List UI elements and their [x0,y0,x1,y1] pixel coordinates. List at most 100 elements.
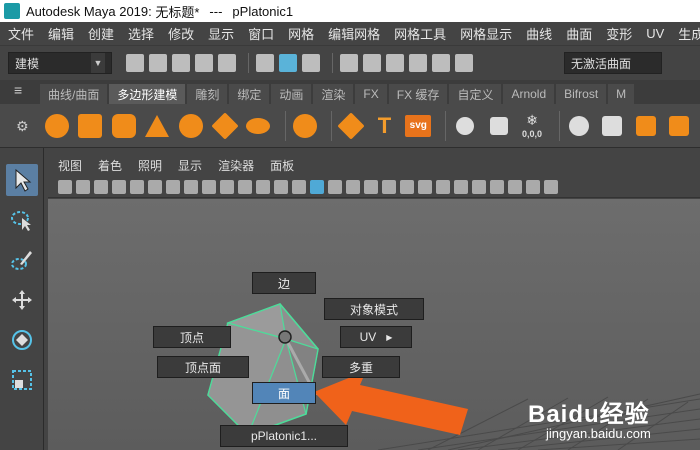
menu-surfaces[interactable]: 曲面 [566,24,592,43]
field-chart-icon[interactable] [238,179,252,194]
menu-create[interactable]: 创建 [88,24,114,43]
resolution-gate-icon[interactable] [202,179,216,194]
scale-tool-button[interactable] [6,364,38,396]
shelf-menu-icon[interactable]: ≡ [14,83,28,97]
lights-icon[interactable] [364,179,378,194]
marking-menu-object-mode[interactable]: 对象模式 [324,298,424,320]
shadows-icon[interactable] [382,179,396,194]
poly-cylinder-button[interactable] [111,112,137,140]
marking-menu-edge[interactable]: 边 [252,272,316,294]
motion-blur-icon[interactable] [418,179,432,194]
marking-menu-multi[interactable]: 多重 [322,356,400,378]
menu-display[interactable]: 显示 [208,24,234,43]
smooth-shade-icon[interactable] [310,179,324,194]
lasso-tool-button[interactable] [6,204,38,236]
camera-icon[interactable] [58,179,72,194]
poly-torus-button[interactable] [178,112,204,140]
wireframe-icon[interactable] [292,179,306,194]
menu-mesh-tools[interactable]: 网格工具 [394,24,446,43]
perspective-viewport[interactable]: 边 对象模式 顶点 UV ▶ 顶点面 多重 面 pPlatonic1... Ba… [48,199,700,450]
camera-attributes-icon[interactable] [76,179,90,194]
poly-cone-button[interactable] [145,112,171,140]
open-scene-icon[interactable] [149,54,167,72]
live-surface-field[interactable]: 无激活曲面 [564,52,662,74]
menu-set-dropdown[interactable]: 建模 ▼ [8,52,112,74]
snap-view-plane-icon[interactable] [409,54,427,72]
marking-menu-object-name[interactable]: pPlatonic1... [220,425,348,447]
menu-mesh-display[interactable]: 网格显示 [460,24,512,43]
select-tool-button[interactable] [6,164,38,196]
tab-rendering[interactable]: 渲染 [313,84,354,104]
tab-arnold[interactable]: Arnold [503,84,555,104]
exposure-icon[interactable] [544,179,558,194]
menu-uv[interactable]: UV [646,26,664,41]
tab-poly-modeling[interactable]: 多边形建模 [109,84,186,104]
snap-options-icon[interactable] [455,54,473,72]
poly-sphere-button[interactable] [44,112,70,140]
gate-mask-icon[interactable] [220,179,234,194]
image-plane-icon[interactable] [112,179,126,194]
poly-disc-button[interactable] [245,112,271,140]
menu-select[interactable]: 选择 [128,24,154,43]
xray-icon[interactable] [490,179,504,194]
safe-title-icon[interactable] [274,179,288,194]
snap-point-icon[interactable] [386,54,404,72]
marking-menu-uv[interactable]: UV ▶ [340,326,412,348]
menu-file[interactable]: 文件 [8,24,34,43]
tab-more[interactable]: M [608,84,635,104]
text-tool-button[interactable]: T [372,112,398,140]
select-hierarchy-icon[interactable] [256,54,274,72]
gear-icon[interactable]: ⚙ [16,118,29,135]
tab-rigging[interactable]: 绑定 [229,84,270,104]
marking-menu-vertex-face[interactable]: 顶点面 [157,356,249,378]
booleans-button[interactable] [666,112,692,140]
panel-menu-renderer[interactable]: 渲染器 [218,157,254,174]
two-d-pan-icon[interactable] [130,179,144,194]
panel-menu-show[interactable]: 显示 [178,157,202,174]
panel-menu-lighting[interactable]: 照明 [138,157,162,174]
move-tool-button[interactable] [6,284,38,316]
menu-generate[interactable]: 生成 [678,24,700,43]
snap-grid-icon[interactable] [340,54,358,72]
panel-menu-panels[interactable]: 面板 [270,157,294,174]
tab-custom[interactable]: 自定义 [449,84,502,104]
film-gate-icon[interactable] [184,179,198,194]
tab-animation[interactable]: 动画 [271,84,312,104]
freeze-transforms-button[interactable] [486,112,512,140]
xray-joints-icon[interactable] [526,179,540,194]
svg-tool-button[interactable]: svg [405,112,432,140]
platonic-solid-button[interactable] [292,112,318,140]
panel-menu-view[interactable]: 视图 [58,157,82,174]
menu-edit-mesh[interactable]: 编辑网格 [328,24,380,43]
safe-action-icon[interactable] [256,179,270,194]
menu-mesh[interactable]: 网格 [288,24,314,43]
snap-curve-icon[interactable] [363,54,381,72]
new-scene-icon[interactable] [126,54,144,72]
depth-of-field-icon[interactable] [454,179,468,194]
menu-deform[interactable]: 变形 [606,24,632,43]
paint-select-tool-button[interactable] [6,244,38,276]
screen-space-ao-icon[interactable] [400,179,414,194]
tab-fx[interactable]: FX [355,84,387,104]
wireframe-on-shaded-icon[interactable] [328,179,342,194]
menu-windows[interactable]: 窗口 [248,24,274,43]
redo-icon[interactable] [218,54,236,72]
make-live-icon[interactable] [432,54,450,72]
tab-curves-surfaces[interactable]: 曲线/曲面 [40,84,108,104]
menu-edit[interactable]: 编辑 [48,24,74,43]
rotate-tool-button[interactable] [6,324,38,356]
select-object-icon[interactable] [279,54,297,72]
tab-fx-caching[interactable]: FX 缓存 [388,84,448,104]
poly-cube-button[interactable] [78,112,104,140]
undo-icon[interactable] [195,54,213,72]
save-scene-icon[interactable] [172,54,190,72]
marking-menu-face[interactable]: 面 [252,382,316,404]
super-shape-button[interactable] [337,111,365,140]
poly-plane-button[interactable] [210,111,239,140]
select-component-icon[interactable] [302,54,320,72]
isolate-select-icon[interactable] [472,179,486,194]
separate-button[interactable] [599,112,625,140]
anti-aliasing-icon[interactable] [436,179,450,194]
xray-active-icon[interactable] [508,179,522,194]
bookmark-icon[interactable] [94,179,108,194]
